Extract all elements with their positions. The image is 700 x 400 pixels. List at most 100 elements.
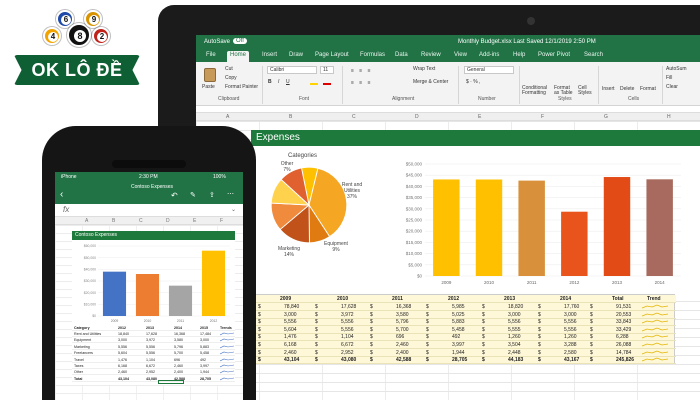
- table-cell[interactable]: 1,476: [118, 358, 127, 362]
- table-cell[interactable]: 6,288: [616, 334, 629, 340]
- bar[interactable]: [518, 180, 545, 276]
- tab-file[interactable]: File: [206, 52, 216, 58]
- column-letter[interactable]: A: [226, 114, 229, 120]
- table-cell[interactable]: 5,556: [341, 319, 354, 325]
- table-cell[interactable]: 6,168: [284, 342, 297, 348]
- wrap-text-button[interactable]: Wrap Text: [413, 66, 435, 72]
- table-cell[interactable]: 3,000: [564, 312, 577, 318]
- table-cell[interactable]: 1,944: [200, 370, 209, 374]
- table-cell[interactable]: 3,504: [508, 342, 521, 348]
- currency-button[interactable]: $ · % ,: [466, 79, 480, 85]
- table-cell[interactable]: Freelancers: [74, 351, 93, 355]
- table-cell[interactable]: 42,588: [396, 357, 411, 363]
- table-cell[interactable]: 3,580: [396, 312, 409, 318]
- share-icon[interactable]: ⇪: [209, 192, 215, 200]
- table-cell[interactable]: 3,580: [174, 338, 183, 342]
- table-cell[interactable]: 5,604: [284, 327, 297, 333]
- table-cell[interactable]: 16,368: [174, 332, 185, 336]
- italic-button[interactable]: I: [278, 79, 279, 85]
- table-cell[interactable]: 2,580: [564, 350, 577, 356]
- table-cell[interactable]: 1,104: [341, 334, 354, 340]
- column-letter[interactable]: E: [193, 218, 196, 224]
- font-name-dropdown[interactable]: Calibri: [267, 66, 317, 74]
- table-cell[interactable]: 26,088: [616, 342, 631, 348]
- table-cell[interactable]: 492: [452, 334, 460, 340]
- format-painter-button[interactable]: Format Painter: [225, 84, 258, 90]
- cell-styles-button[interactable]: Cell Styles: [578, 86, 594, 96]
- table-cell[interactable]: 3,000: [118, 338, 127, 342]
- column-letter[interactable]: D: [166, 218, 170, 224]
- table-cell[interactable]: 1,104: [146, 358, 155, 362]
- table-cell[interactable]: Travel: [74, 358, 84, 362]
- bar[interactable]: [168, 285, 193, 316]
- table-cell[interactable]: 5,556: [564, 327, 577, 333]
- tab-help[interactable]: Help: [513, 52, 525, 58]
- table-row[interactable]: Rent and Utilities 18,840 17,628 16,368 17,4…: [72, 331, 235, 337]
- table-cell[interactable]: 17,628: [341, 304, 356, 310]
- tab-add-ins[interactable]: Add-ins: [479, 52, 499, 58]
- column-letter[interactable]: F: [541, 114, 544, 120]
- table-cell[interactable]: 5,556: [146, 345, 155, 349]
- table-cell[interactable]: 18,820: [508, 304, 523, 310]
- table-cell[interactable]: 44,183: [508, 357, 523, 363]
- more-icon[interactable]: ⋯: [227, 191, 234, 199]
- table-cell[interactable]: 5,556: [341, 327, 354, 333]
- column-letter[interactable]: D: [415, 114, 419, 120]
- tab-power-pivot[interactable]: Power Pivot: [538, 52, 570, 58]
- delete-cells-button[interactable]: Delete: [620, 86, 634, 92]
- table-cell[interactable]: 5,883: [452, 319, 465, 325]
- bar[interactable]: [475, 179, 503, 276]
- table-cell[interactable]: 5,985: [452, 304, 465, 310]
- table-cell[interactable]: 17,760: [564, 304, 579, 310]
- phone-formula-bar[interactable]: fx ⌄: [55, 204, 243, 217]
- table-cell[interactable]: 1,260: [508, 334, 521, 340]
- format-cells-button[interactable]: Format: [640, 86, 656, 92]
- table-cell[interactable]: Other: [74, 370, 83, 374]
- selection-handle[interactable]: [158, 380, 184, 384]
- table-cell[interactable]: 2,460: [118, 370, 127, 374]
- table-cell[interactable]: 5,700: [174, 351, 183, 355]
- table-cell[interactable]: 3,972: [146, 338, 155, 342]
- table-cell[interactable]: 17,484: [200, 332, 211, 336]
- table-row[interactable]: Other 2,460 2,952 2,400 1,944: [72, 369, 235, 376]
- table-cell[interactable]: 17,628: [146, 332, 157, 336]
- table-cell[interactable]: 5,796: [396, 319, 409, 325]
- column-letter[interactable]: A: [85, 218, 88, 224]
- tab-review[interactable]: Review: [421, 52, 441, 58]
- table-cell[interactable]: 3,288: [564, 342, 577, 348]
- cut-button[interactable]: Cut: [225, 66, 233, 72]
- table-cell[interactable]: Equipment: [74, 338, 91, 342]
- column-letter[interactable]: B: [289, 114, 292, 120]
- table-cell[interactable]: 43,080: [146, 377, 157, 381]
- tab-view[interactable]: View: [454, 52, 467, 58]
- table-cell[interactable]: 5,555: [508, 327, 521, 333]
- bar[interactable]: [646, 179, 673, 276]
- tab-draw[interactable]: Draw: [289, 52, 303, 58]
- table-cell[interactable]: 2,952: [146, 370, 155, 374]
- table-cell[interactable]: 5,604: [118, 351, 127, 355]
- table-cell[interactable]: 5,556: [118, 345, 127, 349]
- table-cell[interactable]: 3,997: [452, 342, 465, 348]
- table-row[interactable]: Marketing 5,556 5,556 5,796 5,883: [72, 344, 235, 350]
- table-cell[interactable]: 3,972: [341, 312, 354, 318]
- tab-home[interactable]: Home: [227, 51, 250, 62]
- column-letter[interactable]: F: [220, 218, 223, 224]
- paste-button[interactable]: Paste: [202, 84, 215, 90]
- font-size-dropdown[interactable]: 11: [320, 66, 334, 74]
- table-cell[interactable]: 5,883: [200, 345, 209, 349]
- table-cell[interactable]: 3,000: [200, 338, 209, 342]
- table-cell[interactable]: 5,458: [452, 327, 465, 333]
- table-cell[interactable]: Taxes: [74, 364, 83, 368]
- bar[interactable]: [561, 211, 588, 276]
- insert-cells-button[interactable]: Insert: [602, 86, 615, 92]
- table-cell[interactable]: 6,168: [118, 364, 127, 368]
- table-cell[interactable]: 1,476: [284, 334, 297, 340]
- align-icons-row2[interactable]: ≡ ≡ ≡: [351, 80, 373, 86]
- table-cell[interactable]: 33,429: [616, 327, 631, 333]
- bar[interactable]: [135, 274, 160, 316]
- table-cell[interactable]: 28,705: [452, 357, 467, 363]
- format-icon[interactable]: ✎: [190, 192, 196, 200]
- back-chevron-icon[interactable]: ‹: [60, 190, 63, 200]
- tab-formulas[interactable]: Formulas: [360, 52, 385, 58]
- table-row[interactable]: Equipment 3,000 3,972 3,580 3,000: [72, 337, 235, 344]
